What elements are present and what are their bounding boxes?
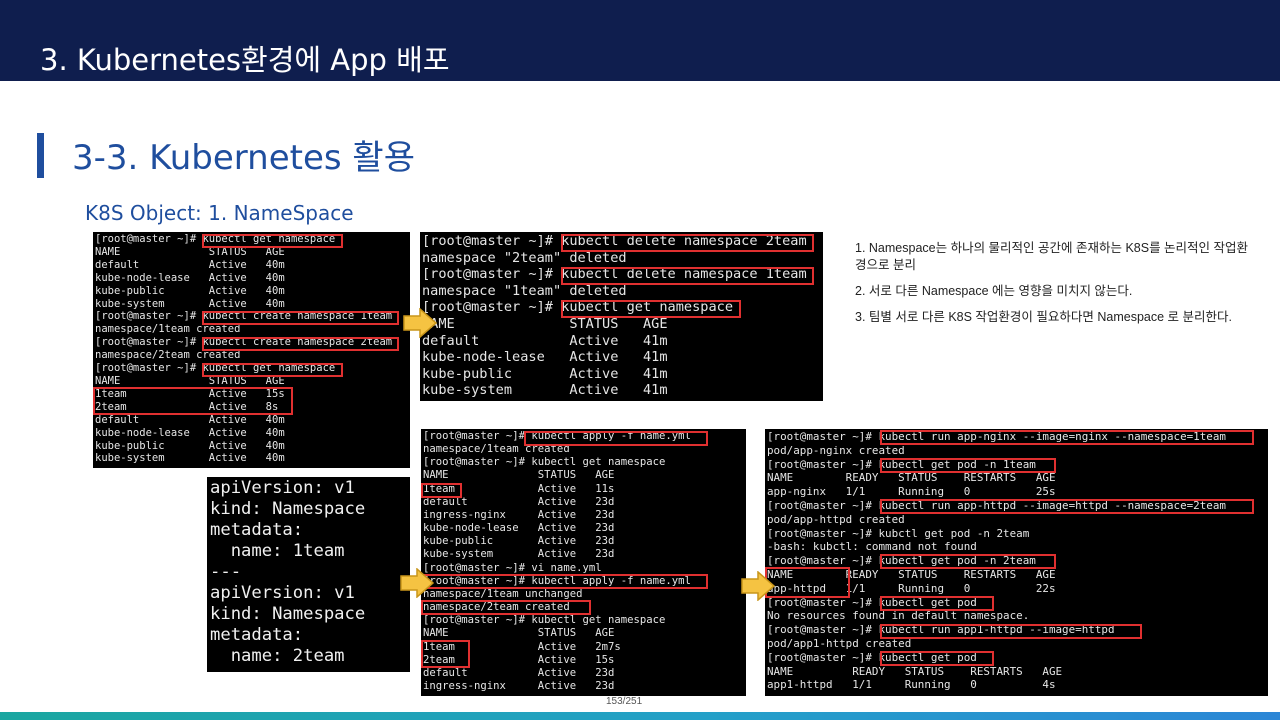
terminal-line: kube-system Active 40m xyxy=(95,452,285,465)
arrow-right-icon xyxy=(741,571,775,601)
terminal-line: kube-system Active 40m xyxy=(95,297,285,310)
terminal-line: [root@master ~]# kubectl delete namespac… xyxy=(422,266,807,283)
section-marker xyxy=(37,133,44,178)
terminal-line: namespace/2team created xyxy=(423,601,570,614)
terminal-line: [root@master ~]# kubectl apply -f name.y… xyxy=(423,574,691,587)
terminal-line: 1team Active 2m7s xyxy=(423,640,621,653)
terminal-line: [root@master ~]# vi name.yml xyxy=(423,561,602,574)
section-subtitle: K8S Object: 1. NameSpace xyxy=(85,201,354,225)
terminal-line: [root@master ~]# kubectl get namespace xyxy=(423,614,666,627)
terminal-line: NAME STATUS AGE xyxy=(95,245,285,258)
terminal-line: namespace/2team created xyxy=(95,349,241,362)
yaml-line: kind: Namespace xyxy=(210,499,366,519)
terminal-line: [root@master ~]# kubectl get namespace xyxy=(95,233,336,245)
terminal-line: -bash: kubctl: command not found xyxy=(767,540,977,554)
terminal-line: kube-node-lease Active 40m xyxy=(95,426,285,439)
terminal-line: NAME STATUS AGE xyxy=(423,469,615,482)
terminal-line: default Active 40m xyxy=(95,258,285,271)
terminal-line: [root@master ~]# kubectl get namespace xyxy=(95,362,336,375)
arrow-right-icon xyxy=(403,308,437,338)
terminal-line: [root@master ~]# kubectl get namespace xyxy=(423,456,666,469)
terminal-line: [root@master ~]# kubectl apply -f name.y… xyxy=(423,430,691,442)
terminal-line: app-nginx 1/1 Running 0 25s xyxy=(767,485,1056,499)
terminal-line: [root@master ~]# kubectl create namespac… xyxy=(95,336,393,349)
terminal-line: 1team Active 11s xyxy=(423,482,615,495)
section-title: 3-3. Kubernetes 활용 xyxy=(72,138,415,178)
terminal-line: NAME READY STATUS RESTARTS AGE xyxy=(767,471,1056,485)
terminal-line: namespace "1team" deleted xyxy=(422,282,627,299)
yaml-line: kind: Namespace xyxy=(210,604,366,624)
yaml-line: name: 1team xyxy=(210,541,345,561)
terminal-line: kube-node-lease Active 40m xyxy=(95,271,285,284)
yaml-line: name: 2team xyxy=(210,646,345,666)
terminal-line: No resources found in default namespace. xyxy=(767,609,1030,623)
yaml-line: --- xyxy=(210,562,242,582)
terminal-delete-namespace: [root@master ~]# kubectl delete namespac… xyxy=(420,232,823,401)
terminal-line: default Active 23d xyxy=(423,495,615,508)
terminal-line: kube-node-lease Active 41m xyxy=(422,349,668,366)
terminal-line: default Active 41m xyxy=(422,332,668,349)
terminal-line: [root@master ~]# kubectl run app-nginx -… xyxy=(767,430,1226,443)
terminal-line: pod/app1-httpd created xyxy=(767,636,912,650)
terminal-line: kube-public Active 40m xyxy=(95,284,285,297)
terminal-line: [root@master ~]# kubectl get pod xyxy=(767,650,977,664)
terminal-line: [root@master ~]# kubectl run app1-httpd … xyxy=(767,623,1115,637)
terminal-line: [root@master ~]# kubectl create namespac… xyxy=(95,310,393,323)
terminal-line: ingress-nginx Active 23d xyxy=(423,508,615,521)
notes-list: 1. Namespace는 하나의 물리적인 공간에 존재하는 K8S를 논리적… xyxy=(855,240,1250,335)
yaml-line: metadata: xyxy=(210,520,304,540)
terminal-line: NAME STATUS AGE xyxy=(422,315,668,332)
terminal-line: ingress-nginx Active 23d xyxy=(423,679,615,692)
terminal-line: NAME STATUS AGE xyxy=(423,627,615,640)
footer-bar xyxy=(0,712,1280,720)
terminal-line: kube-system Active 23d xyxy=(423,548,615,561)
terminal-line: [root@master ~]# kubectl get namespace xyxy=(422,299,733,316)
terminal-line: [root@master ~]# kubectl get pod -n 1tea… xyxy=(767,457,1036,471)
terminal-line: [root@master ~]# kubectl get pod -n 2tea… xyxy=(767,554,1036,568)
terminal-line: 1team Active 15s xyxy=(95,387,285,400)
terminal-line: namespace/1team created xyxy=(423,443,570,456)
terminal-line: default Active 23d xyxy=(423,666,615,679)
terminal-line: [root@master ~]# kubctl get pod -n 2team xyxy=(767,526,1030,540)
note-item: 2. 서로 다른 Namespace 에는 영향을 미치지 않는다. xyxy=(855,284,1133,298)
page-number: 153/251 xyxy=(606,696,643,707)
terminal-line: 2team Active 15s xyxy=(423,653,615,666)
note-item: 1. Namespace는 하나의 물리적인 공간에 존재하는 K8S를 논리적… xyxy=(855,241,1249,272)
note-item: 3. 팀별 서로 다른 K8S 작업환경이 필요하다면 Namespace 로 … xyxy=(855,310,1232,324)
terminal-line: pod/app-httpd created xyxy=(767,512,905,526)
terminal-line: [root@master ~]# kubectl get pod xyxy=(767,595,977,609)
terminal-line: [root@master ~]# kubectl run app-httpd -… xyxy=(767,498,1226,512)
terminal-line: namespace/1team unchanged xyxy=(423,587,583,600)
terminal-line: kube-public Active 40m xyxy=(95,439,285,452)
terminal-apply-yaml: [root@master ~]# kubectl apply -f name.y… xyxy=(421,429,746,696)
terminal-line: namespace/1team created xyxy=(95,323,241,336)
header-bar: 3. Kubernetes환경에 App 배포 xyxy=(0,0,1280,81)
terminal-line: namespace "2team" deleted xyxy=(422,249,627,266)
terminal-line: NAME READY STATUS RESTARTS AGE xyxy=(767,664,1063,678)
terminal-line: kube-system Active 41m xyxy=(422,382,668,399)
terminal-line: pod/app-nginx created xyxy=(767,443,905,457)
terminal-line: default Active 40m xyxy=(95,413,285,426)
yaml-line: apiVersion: v1 xyxy=(210,583,355,603)
terminal-line: NAME STATUS AGE xyxy=(95,374,285,387)
terminal-line: kube-node-lease Active 23d xyxy=(423,522,615,535)
terminal-line: app-httpd 1/1 Running 0 22s xyxy=(767,581,1056,595)
terminal-line: app1-httpd 1/1 Running 0 4s xyxy=(767,678,1056,692)
yaml-namespace-file: apiVersion: v1 kind: Namespace metadata:… xyxy=(207,477,410,672)
terminal-line: kube-public Active 41m xyxy=(422,365,668,382)
arrow-right-icon xyxy=(400,568,434,598)
terminal-line: NAME READY STATUS RESTARTS AGE xyxy=(767,567,1056,581)
terminal-run-pods: [root@master ~]# kubectl run app-nginx -… xyxy=(765,429,1268,696)
terminal-line: kube-public Active 23d xyxy=(423,535,615,548)
yaml-line: apiVersion: v1 xyxy=(210,478,355,498)
terminal-create-namespace: [root@master ~]# kubectl get namespace N… xyxy=(93,232,410,468)
terminal-line: [root@master ~]# kubectl delete namespac… xyxy=(422,233,807,249)
terminal-line: 2team Active 8s xyxy=(95,400,279,413)
slide-title: 3. Kubernetes환경에 App 배포 xyxy=(40,43,450,77)
yaml-line: metadata: xyxy=(210,625,304,645)
